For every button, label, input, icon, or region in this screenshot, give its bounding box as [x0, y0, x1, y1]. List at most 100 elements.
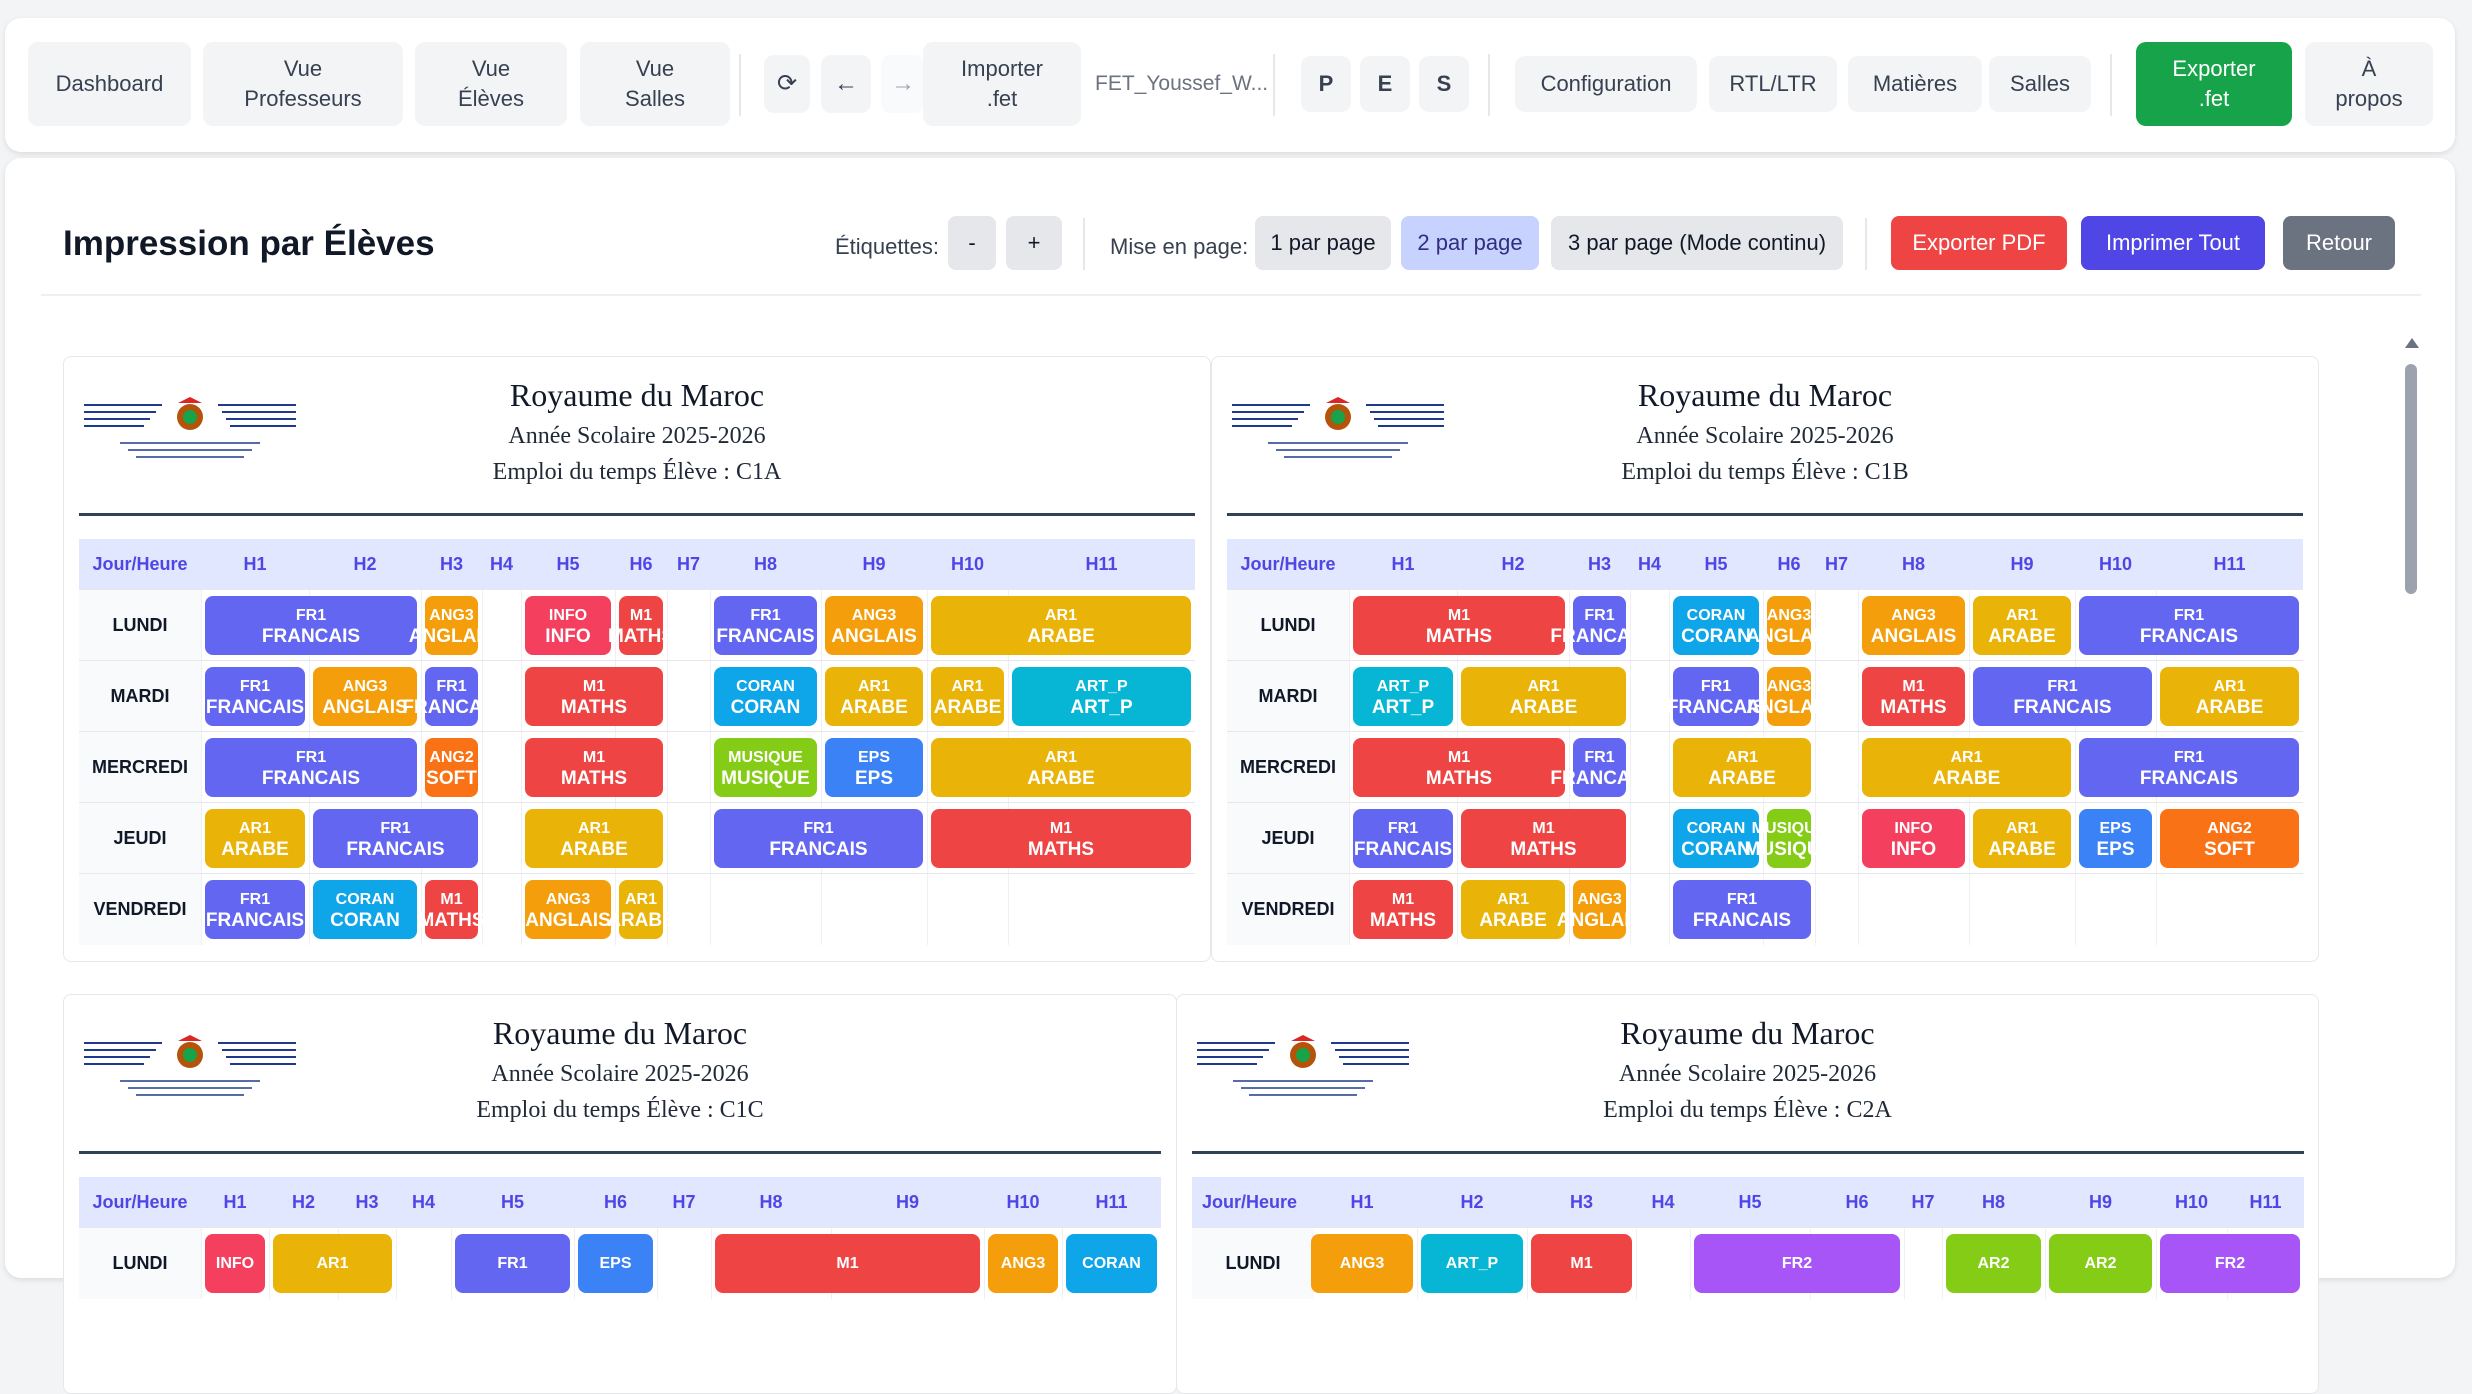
print-all-button[interactable]: Imprimer Tout [2081, 216, 2265, 270]
two-per-page-button[interactable]: 2 par page [1401, 216, 1539, 270]
lesson-slot[interactable]: M1 [1531, 1234, 1632, 1293]
lesson-slot[interactable]: ANG3 [988, 1234, 1058, 1293]
lesson-slot[interactable]: ART_P ART_P [1012, 667, 1191, 726]
lesson-slot[interactable]: FR1 FRANCAIS [205, 667, 305, 726]
lesson-slot[interactable]: M1 MATHS [1353, 596, 1565, 655]
lesson-slot[interactable]: AR1 ARABE [205, 809, 305, 868]
lesson-slot[interactable]: FR1 FRANCAIS [1973, 667, 2152, 726]
lesson-slot[interactable]: AR1 ARABE [1461, 667, 1626, 726]
lesson-slot[interactable]: INFO INFO [525, 596, 611, 655]
lesson-slot[interactable]: AR1 ARABE [607, 880, 675, 939]
lesson-slot[interactable]: AR1 ARABE [1673, 738, 1811, 797]
s-button[interactable]: S [1419, 56, 1469, 112]
lesson-slot[interactable]: ART_P ART_P [1353, 667, 1453, 726]
lesson-slot[interactable]: M1 MATHS [1862, 667, 1965, 726]
refresh-icon[interactable]: ⟳ [764, 55, 810, 113]
lesson-slot[interactable]: ANG3 ANGLAIS [1557, 880, 1642, 939]
lesson-slot[interactable]: CORAN CORAN [714, 667, 817, 726]
lesson-slot[interactable]: ANG3 ANGLAIS [1862, 596, 1965, 655]
configuration-button[interactable]: Configuration [1515, 56, 1697, 112]
export-fet-button[interactable]: Exporter .fet [2136, 42, 2292, 126]
dashboard-button[interactable]: Dashboard [28, 42, 191, 126]
lesson-slot[interactable]: AR1 [273, 1234, 392, 1293]
lesson-slot[interactable]: EPS EPS [825, 738, 923, 797]
one-per-page-button[interactable]: 1 par page [1255, 216, 1391, 270]
about-button[interactable]: Àpropos [2305, 42, 2433, 126]
rooms-button[interactable]: Salles [1989, 56, 2091, 112]
view-teachers-button[interactable]: Vue Professeurs [203, 42, 403, 126]
lesson-slot[interactable]: ANG2 SOFT [2160, 809, 2299, 868]
forward-arrow-icon[interactable]: → [881, 55, 925, 113]
lesson-slot[interactable]: FR1 [455, 1234, 570, 1293]
lesson-slot[interactable]: MUSIQUE MUSIQUE [714, 738, 817, 797]
e-button[interactable]: E [1360, 56, 1410, 112]
lesson-slot[interactable]: ANG2 SOFT [425, 738, 478, 797]
lesson-slot[interactable]: AR1 ARABE [1862, 738, 2071, 797]
lesson-slot[interactable]: M1 [715, 1234, 980, 1293]
lesson-slot[interactable]: FR1 FRANCAIS [1673, 880, 1811, 939]
lesson-slot[interactable]: AR2 [1946, 1234, 2041, 1293]
view-rooms-button[interactable]: Vue Salles [580, 42, 730, 126]
subjects-button[interactable]: Matières [1848, 56, 1982, 112]
lesson-slot[interactable]: ANG3 ANGLAIS [1746, 667, 1832, 726]
lesson-slot[interactable]: AR1 ARABE [1973, 809, 2071, 868]
lesson-slot[interactable]: FR1 FRANCAIS [1353, 809, 1453, 868]
lesson-slot[interactable]: M1 MATHS [525, 667, 663, 726]
lesson-slot[interactable]: M1 MATHS [418, 880, 485, 939]
lesson-slot[interactable]: M1 MATHS [931, 809, 1191, 868]
lesson-slot[interactable]: AR1 ARABE [1461, 880, 1565, 939]
lesson-slot[interactable]: AR1 ARABE [1973, 596, 2071, 655]
lesson-slot[interactable]: ANG3 ANGLAIS [409, 596, 494, 655]
lesson-slot[interactable]: ART_P [1421, 1234, 1523, 1293]
scrollbar[interactable] [2402, 338, 2422, 1238]
lesson-slot[interactable]: FR1 FRANCAIS [1550, 738, 1649, 797]
lesson-slot[interactable]: ANG3 ANGLAIS [525, 880, 611, 939]
rtl-ltr-button[interactable]: RTL/LTR [1709, 56, 1837, 112]
import-fet-button[interactable]: Importer .fet [923, 42, 1081, 126]
lesson-slot[interactable]: M1 MATHS [525, 738, 663, 797]
lesson-slot[interactable]: FR1 FRANCAIS [714, 809, 923, 868]
back-arrow-icon[interactable]: ← [821, 55, 871, 113]
lesson-slot[interactable]: ANG3 ANGLAIS [825, 596, 923, 655]
view-students-button[interactable]: Vue Élèves [415, 42, 567, 126]
lesson-slot[interactable]: AR1 ARABE [931, 738, 1191, 797]
lesson-slot[interactable]: FR1 FRANCAIS [1550, 596, 1649, 655]
lesson-slot[interactable]: AR1 ARABE [825, 667, 923, 726]
lesson-slot[interactable]: AR1 ARABE [2160, 667, 2299, 726]
scroll-up-arrow-icon[interactable] [2405, 338, 2419, 348]
lesson-slot[interactable]: MUSIQUE MUSIQUE [1745, 809, 1833, 868]
lesson-slot[interactable]: AR1 ARABE [525, 809, 663, 868]
lesson-slot[interactable]: CORAN [1066, 1234, 1157, 1293]
lesson-slot[interactable]: ANG3 ANGLAIS [313, 667, 417, 726]
lesson-slot[interactable]: M1 MATHS [608, 596, 674, 655]
p-button[interactable]: P [1301, 56, 1351, 112]
lesson-slot[interactable]: M1 MATHS [1353, 880, 1453, 939]
scrollbar-thumb[interactable] [2405, 364, 2417, 594]
back-button[interactable]: Retour [2283, 216, 2395, 270]
lesson-slot[interactable]: FR1 FRANCAIS [2079, 596, 2299, 655]
lesson-slot[interactable]: ANG3 ANGLAIS [1746, 596, 1832, 655]
lesson-slot[interactable]: M1 MATHS [1353, 738, 1565, 797]
lesson-slot[interactable]: FR1 FRANCAIS [714, 596, 817, 655]
lesson-slot[interactable]: FR1 FRANCAIS [205, 596, 417, 655]
lesson-slot[interactable]: AR2 [2049, 1234, 2152, 1293]
lesson-slot[interactable]: INFO [205, 1234, 265, 1293]
lesson-slot[interactable]: AR1 ARABE [931, 596, 1191, 655]
lesson-slot[interactable]: FR2 [2160, 1234, 2300, 1293]
lesson-slot[interactable]: AR1 ARABE [931, 667, 1004, 726]
increase-labels-button[interactable]: + [1006, 216, 1062, 270]
lesson-slot[interactable]: EPS EPS [2079, 809, 2152, 868]
decrease-labels-button[interactable]: - [948, 216, 996, 270]
lesson-slot[interactable]: FR1 FRANCAIS [205, 880, 305, 939]
lesson-slot[interactable]: ANG3 [1311, 1234, 1413, 1293]
export-pdf-button[interactable]: Exporter PDF [1891, 216, 2067, 270]
lesson-slot[interactable]: CORAN CORAN [313, 880, 417, 939]
three-per-page-button[interactable]: 3 par page (Mode continu) [1551, 216, 1843, 270]
lesson-slot[interactable]: FR1 FRANCAIS [2079, 738, 2299, 797]
lesson-slot[interactable]: FR1 FRANCAIS [313, 809, 478, 868]
lesson-slot[interactable]: FR1 FRANCAIS [402, 667, 501, 726]
lesson-slot[interactable]: M1 MATHS [1461, 809, 1626, 868]
lesson-slot[interactable]: FR1 FRANCAIS [205, 738, 417, 797]
lesson-slot[interactable]: INFO INFO [1862, 809, 1965, 868]
lesson-slot[interactable]: FR2 [1694, 1234, 1900, 1293]
